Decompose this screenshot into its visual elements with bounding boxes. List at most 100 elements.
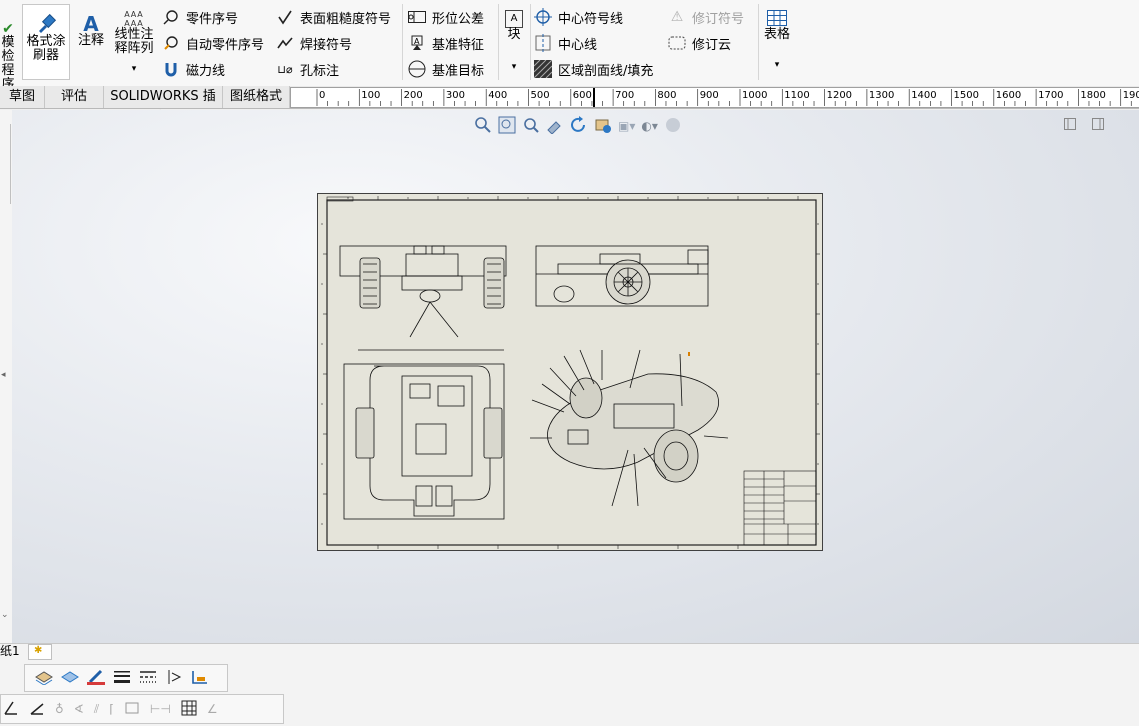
sketch-tools-toolbar: ♁ ∢ ⫽ ⌈ ⊢⊣ ∠ [0,694,284,724]
ribbon-separator [758,4,759,80]
angle-dimension-icon[interactable] [29,700,45,719]
graphics-area[interactable]: ▣▾ ◐▾ [12,110,1139,643]
add-sheet-button[interactable]: ✱ [28,644,52,660]
tab-solidworks-addins[interactable]: SOLIDWORKS 插件 [104,86,223,125]
check-sequence-button[interactable]: ✔ 模检 程序 [0,22,18,92]
tab-evaluate[interactable]: 评估 [45,86,104,108]
drawing-sheet[interactable] [317,193,823,551]
pan-icon[interactable] [546,116,564,137]
ruler-label: 600 [572,90,592,101]
layer-properties-icon[interactable] [35,669,53,688]
appearance-icon[interactable] [664,116,682,137]
heads-up-view-toolbar: ▣▾ ◐▾ [474,115,682,137]
previous-view-icon[interactable] [522,116,540,137]
area-hatch-label: 区域剖面线/填充 [558,63,654,79]
line-style-icon[interactable] [139,669,157,688]
auto-balloon-icon [162,34,180,52]
datum-target-button[interactable]: 基准目标 [408,58,484,80]
grid-icon[interactable] [181,700,197,719]
block-label: 块 [507,27,521,42]
ribbon-separator [530,4,531,80]
ruler-label: 0 [319,90,326,101]
centerline-button[interactable]: 中心线 [534,32,597,54]
magnetic-line-button[interactable]: 磁力线 [162,58,225,80]
horizontal-dimension-icon[interactable]: ⊢⊣ [150,702,171,716]
restore-icon[interactable] [1064,118,1076,133]
ruler-label: 400 [488,90,508,101]
revision-symbol-button[interactable]: ⚠ 修订符号 [668,6,744,28]
center-mark-button[interactable]: 中心符号线 [534,6,623,28]
center-mark-label: 中心符号线 [558,11,624,27]
ruler-label: 1500 [953,90,979,101]
linear-note-pattern-button[interactable]: ΑΑΑ ΑΑΑ 线性注 释阵列 ▾ [112,10,156,76]
angle-icon[interactable] [3,700,19,719]
panel-edge [0,124,11,204]
hide-show-edges-icon[interactable] [165,669,183,688]
line-thickness-icon[interactable] [113,669,131,688]
weld-symbol-button[interactable]: 焊接符号 [276,32,352,54]
ruler-label: 300 [445,90,465,101]
ruler-label: 700 [615,90,635,101]
auto-balloon-label: 自动零件序号 [186,37,265,53]
linear-pattern-label-1: 线性注 [114,27,154,42]
dropdown-arrow-icon[interactable]: ▾ [502,60,526,74]
surface-finish-button[interactable]: 表面粗糙度符号 [276,6,391,28]
balloon-button[interactable]: 零件序号 [162,6,238,28]
block-button[interactable]: A 块 ▾ [502,10,526,74]
midpoint-icon[interactable]: ∢ [74,702,84,716]
rectangle-icon[interactable] [124,700,140,719]
ruler-label: 1100 [784,90,810,101]
ruler-label: 1700 [1038,90,1064,101]
tab-sketch[interactable]: 草图 [0,86,45,108]
zoom-to-fit-icon[interactable] [474,116,492,137]
hide-show-icon[interactable]: ◐▾ [641,119,658,133]
revision-cloud-icon [668,34,686,52]
center-mark-icon [534,8,552,26]
point-icon[interactable]: ♁ [55,702,64,716]
panel-collapse-handle-icon[interactable]: ◂ [1,370,6,380]
ruler-label: 1000 [742,90,768,101]
datum-target-icon [408,60,426,78]
display-style-icon[interactable]: ▣▾ [618,119,635,133]
datum-feature-label: 基准特征 [432,37,485,53]
sheet-tab[interactable]: 纸1 [0,644,28,659]
ruler-label: 100 [361,90,381,101]
command-manager-ribbon: ✔ 模检 程序 格式涂 刷器 A 注释 ΑΑΑ ΑΑΑ 线性注 释阵列 ▾ 零件序… [0,0,1139,92]
parallel-icon[interactable]: ⫽ [94,702,99,717]
auto-balloon-button[interactable]: 自动零件序号 [162,32,264,54]
weld-icon [276,34,294,52]
maximize-icon[interactable] [1092,118,1104,133]
line-format-toolbar [24,664,228,692]
ruler-label: 900 [699,90,719,101]
tab-sheet-format[interactable]: 图纸格式 [223,86,290,108]
corner-icon[interactable]: ⌈ [109,702,114,716]
ruler-label: 1800 [1080,90,1106,101]
zoom-to-area-icon[interactable] [498,116,516,137]
horizontal-ruler[interactable]: 0 100 200 300 400 500 600 700 800 900 1000 1100 1200… [290,87,1139,108]
table-icon [762,10,792,28]
geometric-tolerance-button[interactable]: 形位公差 [408,6,484,28]
note-button[interactable]: A 注释 [76,14,106,48]
angle-tool-icon[interactable]: ∠ [207,702,218,716]
color-display-mode-icon[interactable] [191,669,209,688]
ribbon-separator [498,4,499,80]
weld-symbol-label: 焊接符号 [300,37,353,53]
dropdown-arrow-icon[interactable]: ▾ [762,58,792,72]
ruler-label: 800 [657,90,677,101]
dropdown-arrow-icon[interactable]: ▾ [112,62,156,76]
revision-cloud-button[interactable]: 修订云 [668,32,731,54]
surface-finish-label: 表面粗糙度符号 [300,11,392,27]
format-painter-button[interactable]: 格式涂 刷器 [22,4,70,80]
area-hatch-button[interactable]: 区域剖面线/填充 [534,58,653,80]
format-painter-label-1: 格式涂 [26,34,66,49]
section-view-icon[interactable] [594,116,612,137]
datum-feature-button[interactable]: A 基准特征 [408,32,484,54]
add-sheet-icon: ✱ [34,645,43,656]
rotate-view-icon[interactable] [570,115,588,137]
chevron-down-icon[interactable]: ⌄ [1,610,9,620]
block-icon: A [505,10,523,28]
hole-callout-button[interactable]: ⊔⌀ 孔标注 [276,58,339,80]
table-button[interactable]: 表格 ▾ [762,10,792,72]
line-color-icon[interactable] [87,669,105,688]
layer-icon[interactable] [61,669,79,688]
